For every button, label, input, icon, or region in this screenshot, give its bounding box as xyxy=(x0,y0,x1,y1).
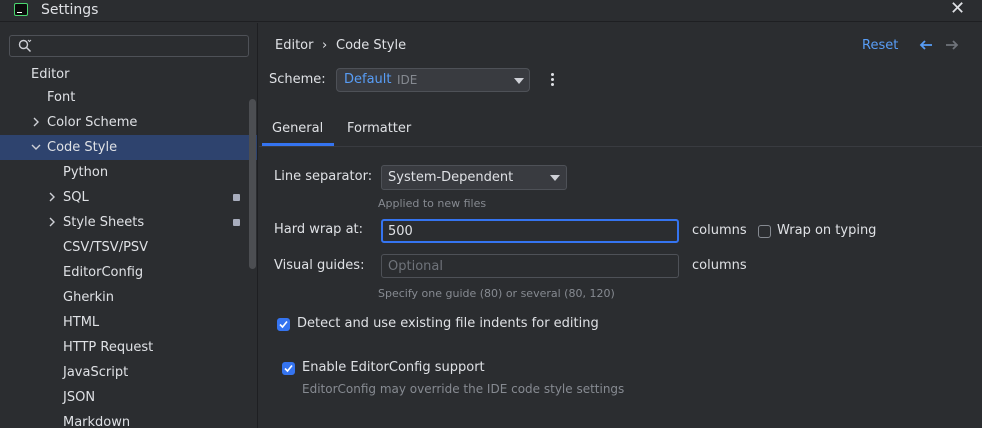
sidebar-item-label: Gherkin xyxy=(63,290,115,305)
back-arrow-icon[interactable] xyxy=(919,39,933,51)
sidebar-item-label: Code Style xyxy=(47,140,118,155)
title-bar: Settings ✕ xyxy=(0,0,982,22)
sidebar-item-html[interactable]: HTML xyxy=(0,310,258,335)
breadcrumb-separator: › xyxy=(322,38,328,53)
hard-wrap-unit: columns xyxy=(692,223,747,238)
line-separator-hint: Applied to new files xyxy=(378,197,487,210)
sidebar-item-javascript[interactable]: JavaScript xyxy=(0,360,258,385)
hard-wrap-input[interactable] xyxy=(381,219,679,243)
chevron-right-icon[interactable] xyxy=(31,117,41,127)
chevron-down-icon xyxy=(514,78,524,84)
sidebar-item-label: EditorConfig xyxy=(63,265,144,280)
line-separator-value: System-Dependent xyxy=(388,170,514,185)
more-options-icon[interactable] xyxy=(551,73,555,87)
sidebar-item-python[interactable]: Python xyxy=(0,160,258,185)
tab-general[interactable]: General xyxy=(272,121,323,136)
sidebar-item-label: Font xyxy=(47,90,76,105)
scheme-scope: IDE xyxy=(397,73,418,87)
checkmark-icon xyxy=(279,320,288,329)
line-separator-label: Line separator: xyxy=(274,169,373,184)
breadcrumb-parent[interactable]: Editor xyxy=(275,38,313,53)
forward-arrow-icon[interactable] xyxy=(945,39,959,51)
editorconfig-label[interactable]: Enable EditorConfig support xyxy=(302,360,485,375)
close-icon[interactable]: ✕ xyxy=(950,0,965,19)
project-settings-icon xyxy=(233,194,240,201)
window-title: Settings xyxy=(41,2,99,18)
reset-link[interactable]: Reset xyxy=(862,38,898,53)
chevron-right-icon[interactable] xyxy=(47,192,57,202)
line-separator-dropdown[interactable]: System-Dependent xyxy=(381,165,567,190)
sidebar-item-font[interactable]: Font xyxy=(0,85,258,110)
detect-indents-label[interactable]: Detect and use existing file indents for… xyxy=(297,316,599,331)
search-input[interactable] xyxy=(36,37,244,55)
detect-indents-checkbox[interactable] xyxy=(277,318,290,331)
settings-sidebar: Editor Font Color Scheme Code Style Pyth… xyxy=(0,23,258,428)
checkmark-icon xyxy=(284,364,293,373)
chevron-down-icon[interactable] xyxy=(31,142,41,152)
visual-guides-unit: columns xyxy=(692,258,747,273)
sidebar-item-label: Markdown xyxy=(63,415,131,428)
sidebar-item-label: Color Scheme xyxy=(47,115,138,130)
visual-guides-input[interactable] xyxy=(381,254,679,278)
wrap-on-typing-checkbox[interactable] xyxy=(758,225,771,238)
sidebar-item-style-sheets[interactable]: Style Sheets xyxy=(0,210,258,235)
breadcrumb-current: Code Style xyxy=(336,38,407,53)
sidebar-item-label: JavaScript xyxy=(63,365,129,380)
sidebar-section-editor[interactable]: Editor xyxy=(31,67,69,82)
sidebar-item-csv[interactable]: CSV/TSV/PSV xyxy=(0,235,258,260)
sidebar-scrollbar[interactable] xyxy=(249,99,256,269)
app-icon xyxy=(14,3,28,16)
hard-wrap-label: Hard wrap at: xyxy=(274,222,364,237)
sidebar-item-label: Style Sheets xyxy=(63,215,145,230)
sidebar-item-editorconfig[interactable]: EditorConfig xyxy=(0,260,258,285)
sidebar-item-label: HTTP Request xyxy=(63,340,154,355)
editorconfig-hint: EditorConfig may override the IDE code s… xyxy=(302,382,625,396)
scheme-name: Default xyxy=(344,72,392,87)
sidebar-item-label: HTML xyxy=(63,315,100,330)
sidebar-item-label: SQL xyxy=(63,190,89,205)
scheme-label: Scheme: xyxy=(269,72,326,87)
wrap-on-typing-label[interactable]: Wrap on typing xyxy=(777,223,876,238)
sidebar-item-label: CSV/TSV/PSV xyxy=(63,240,149,255)
editorconfig-checkbox[interactable] xyxy=(282,362,295,375)
sidebar-item-json[interactable]: JSON xyxy=(0,385,258,410)
scheme-dropdown[interactable]: Default IDE xyxy=(336,68,530,92)
tab-formatter[interactable]: Formatter xyxy=(347,121,411,136)
sidebar-item-color-scheme[interactable]: Color Scheme xyxy=(0,110,258,135)
sidebar-item-markdown[interactable]: Markdown xyxy=(0,410,258,428)
search-field[interactable] xyxy=(9,35,249,57)
sidebar-item-http-request[interactable]: HTTP Request xyxy=(0,335,258,360)
search-icon xyxy=(18,39,32,53)
sidebar-item-label: JSON xyxy=(63,390,96,405)
chevron-down-icon xyxy=(550,175,560,181)
sidebar-item-code-style[interactable]: Code Style xyxy=(0,135,257,160)
visual-guides-label: Visual guides: xyxy=(274,258,365,273)
visual-guides-hint: Specify one guide (80) or several (80, 1… xyxy=(378,287,615,300)
chevron-right-icon[interactable] xyxy=(47,217,57,227)
project-settings-icon xyxy=(233,219,240,226)
sidebar-item-label: Python xyxy=(63,165,109,180)
sidebar-item-sql[interactable]: SQL xyxy=(0,185,258,210)
sidebar-item-gherkin[interactable]: Gherkin xyxy=(0,285,258,310)
tabs-divider xyxy=(259,146,982,147)
